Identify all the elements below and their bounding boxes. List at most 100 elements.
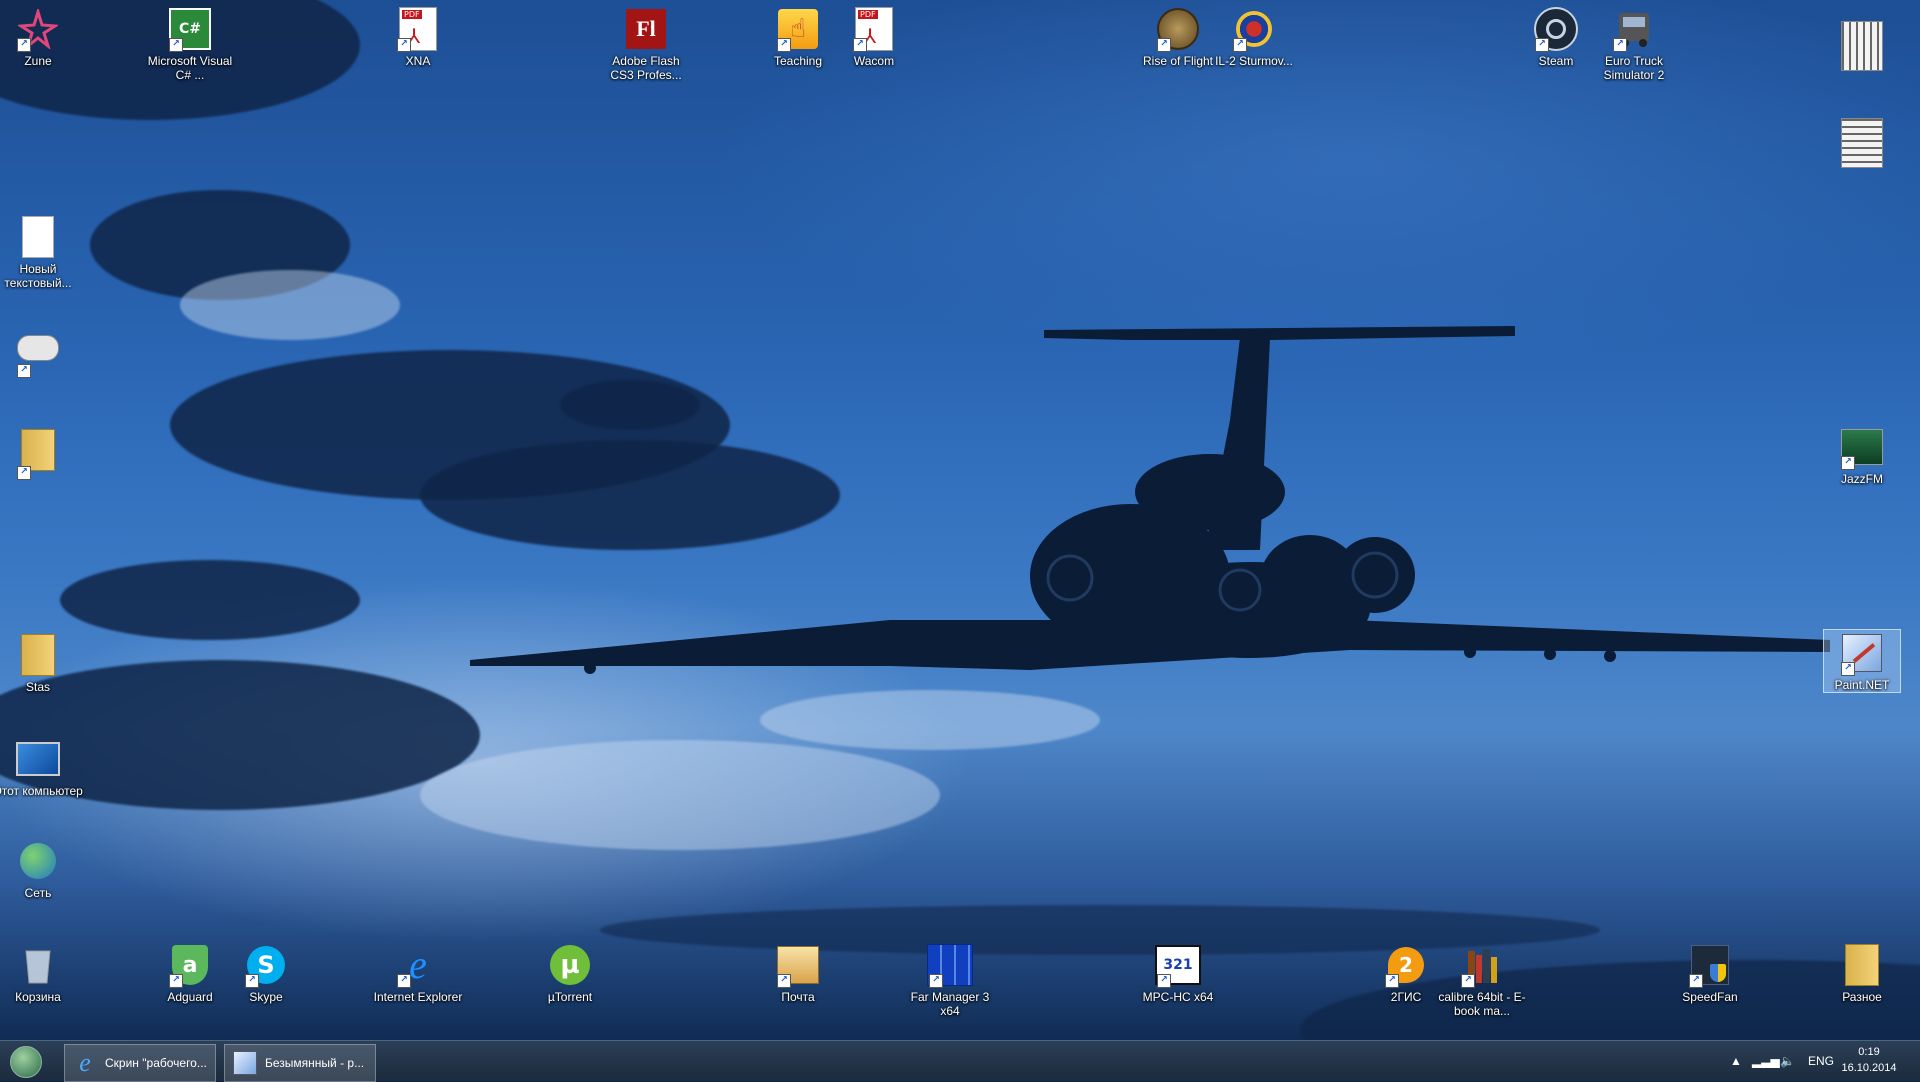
signal-icon: ▂▃▅	[1752, 1054, 1780, 1068]
shortcut-arrow-icon: ↗	[1157, 974, 1171, 988]
taskbar-button-ie[interactable]: e Скрин "рабочего...	[64, 1044, 216, 1082]
desktop-icon-archive-2[interactable]	[1824, 108, 1900, 178]
cloud	[180, 270, 400, 340]
shortcut-arrow-icon: ↗	[17, 38, 31, 52]
shortcut-arrow-icon: ↗	[1461, 974, 1475, 988]
desktop-icon-folder[interactable]: ↗	[0, 420, 76, 480]
desktop-icon-label: Steam	[1538, 54, 1574, 68]
shield-icon: a ↗	[167, 942, 213, 988]
desktop-icon-speedfan[interactable]: ↗ SpeedFan	[1672, 942, 1748, 1004]
language-indicator[interactable]: ENG	[1808, 1041, 1834, 1081]
desktop-icon-mpc-hc[interactable]: 321 ↗ MPC-HC x64	[1140, 942, 1216, 1004]
pdf-icon: PDF ⅄ ↗	[395, 6, 441, 52]
desktop-icon-adobe-flash[interactable]: Fl Adobe Flash CS3 Profes...	[608, 6, 684, 82]
desktop-icon-adguard[interactable]: a ↗ Adguard	[152, 942, 228, 1004]
desktop-icon-new-text-file[interactable]: Новый текстовый...	[0, 214, 76, 290]
archive-icon	[1839, 108, 1885, 178]
desktop-icon-label: Skype	[249, 990, 283, 1004]
desktop-icon-label: MPC-HC x64	[1142, 990, 1214, 1004]
desktop-icon-label: calibre 64bit - E-book ma...	[1438, 990, 1526, 1018]
mail-icon: ↗	[775, 942, 821, 988]
archive-icon	[1839, 6, 1885, 86]
folder-icon: ↗	[15, 420, 61, 480]
shortcut-arrow-icon: ↗	[1613, 38, 1627, 52]
shortcut-arrow-icon: ↗	[17, 364, 31, 378]
recycle-bin-icon	[15, 942, 61, 988]
books-icon: ↗	[1459, 942, 1505, 988]
radio-icon: ↗	[1839, 424, 1885, 470]
speaker-icon: 🔈	[1780, 1054, 1795, 1068]
desktop-icon-gamepad[interactable]: ↗	[0, 318, 76, 378]
desktop-icon-this-pc[interactable]: Этот компьютер	[0, 736, 83, 798]
desktop-icon-2gis[interactable]: 2 ↗ 2ГИС	[1368, 942, 1444, 1004]
desktop-icon-steam[interactable]: ↗ Steam	[1518, 6, 1594, 68]
desktop-icon-label: Корзина	[15, 990, 61, 1004]
desktop-icon-stas[interactable]: Stas	[0, 632, 76, 694]
desktop-icon-rise-of-flight[interactable]: ↗ Rise of Flight	[1140, 6, 1216, 68]
shortcut-arrow-icon: ↗	[169, 974, 183, 988]
desktop-icon-paintnet[interactable]: ↗ Paint.NET	[1823, 629, 1901, 693]
computer-icon	[15, 736, 61, 782]
shortcut-arrow-icon: ↗	[1841, 456, 1855, 470]
desktop-icon-label: Почта	[781, 990, 815, 1004]
zune-icon: ↗	[15, 6, 61, 52]
shortcut-arrow-icon: ↗	[1157, 38, 1171, 52]
text-file-icon	[15, 214, 61, 260]
desktop-icon-mail[interactable]: ↗ Почта	[760, 942, 836, 1004]
desktop-icon-label: Новый текстовый...	[4, 262, 72, 290]
desktop-icon-teaching[interactable]: ☝ ↗ Teaching	[760, 6, 836, 68]
desktop-icon-il2[interactable]: ↗ IL-2 Sturmov...	[1215, 6, 1293, 68]
shortcut-arrow-icon: ↗	[1233, 38, 1247, 52]
desktop-icon-label: Internet Explorer	[373, 990, 463, 1004]
start-button[interactable]	[4, 1045, 48, 1079]
desktop-icon-label: Paint.NET	[1834, 678, 1890, 692]
desktop-icon-recycle-bin[interactable]: Корзина	[0, 942, 76, 1004]
desktop-icon-internet-explorer[interactable]: e ↗ Internet Explorer	[374, 942, 463, 1005]
user-folder-icon	[15, 632, 61, 678]
desktop-icon-xna[interactable]: PDF ⅄ ↗ XNA	[380, 6, 456, 68]
shortcut-arrow-icon: ↗	[777, 974, 791, 988]
tray-overflow-button[interactable]: ▲	[1730, 1041, 1742, 1081]
shortcut-arrow-icon: ↗	[397, 38, 411, 52]
shortcut-arrow-icon: ↗	[17, 466, 31, 480]
utorrent-icon: µ	[547, 942, 593, 988]
taskbar-button-paint[interactable]: Безымянный - р...	[224, 1044, 376, 1082]
desktop-icon-label: Adobe Flash CS3 Profes...	[610, 54, 682, 82]
clock-date: 16.10.2014	[1841, 1062, 1897, 1074]
desktop-icon-visual-csharp[interactable]: C# ↗ Microsoft Visual C# ...	[148, 6, 232, 82]
desktop-icon-jazzfm[interactable]: ↗ JazzFM	[1824, 424, 1900, 486]
desktop-icon-calibre[interactable]: ↗ calibre 64bit - E-book ma...	[1438, 942, 1526, 1018]
desktop-icon-network[interactable]: Сеть	[0, 838, 76, 900]
skype-icon: S ↗	[243, 942, 289, 988]
clock[interactable]: 0:19 16.10.2014	[1834, 1044, 1904, 1076]
fan-shield-icon: ↗	[1687, 942, 1733, 988]
desktop-icon-far-manager[interactable]: ↗ Far Manager 3 x64	[911, 942, 989, 1018]
shortcut-arrow-icon: ↗	[1689, 974, 1703, 988]
shortcut-arrow-icon: ↗	[1535, 38, 1549, 52]
internet-explorer-icon: e	[79, 1048, 91, 1077]
desktop-icon-label: Wacom	[853, 54, 895, 68]
desktop-icon-wacom[interactable]: PDF ⅄ ↗ Wacom	[836, 6, 912, 68]
desktop-icon-label: Zune	[24, 54, 52, 68]
desktop-icon-archive-1[interactable]	[1824, 6, 1900, 86]
adobe-flash-icon: Fl	[623, 6, 669, 52]
desktop-icon-utorrent[interactable]: µ µTorrent	[532, 942, 608, 1004]
desktop-icon-label: Euro Truck Simulator 2	[1603, 54, 1665, 82]
shortcut-arrow-icon: ↗	[929, 974, 943, 988]
cloud	[420, 740, 940, 850]
tray-volume[interactable]: 🔈	[1780, 1041, 1795, 1081]
desktop-icon-label: Stas	[25, 680, 50, 694]
tray-network[interactable]: ▂▃▅	[1752, 1041, 1780, 1081]
desktop-icon-label: IL-2 Sturmov...	[1215, 54, 1293, 68]
desktop-icon-euro-truck[interactable]: ↗ Euro Truck Simulator 2	[1596, 6, 1672, 82]
shortcut-arrow-icon: ↗	[169, 38, 183, 52]
desktop-icon-label: Microsoft Visual C# ...	[147, 54, 233, 82]
desktop-icon-zune[interactable]: ↗ Zune	[0, 6, 76, 68]
desktop-icon-skype[interactable]: S ↗ Skype	[228, 942, 304, 1004]
desktop[interactable]: ↗ Zune C# ↗ Microsoft Visual C# ... PDF …	[0, 0, 1920, 1040]
hand-touch-icon: ☝ ↗	[775, 6, 821, 52]
medal-icon: ↗	[1155, 6, 1201, 52]
desktop-icon-raznoe[interactable]: Разное	[1824, 942, 1900, 1004]
clapperboard-icon: 321 ↗	[1155, 942, 1201, 988]
desktop-icon-label: Far Manager 3 x64	[910, 990, 990, 1018]
